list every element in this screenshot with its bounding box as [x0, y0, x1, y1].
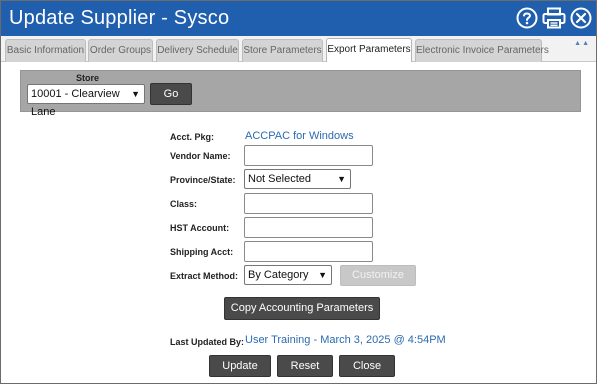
class-input[interactable]	[244, 193, 373, 214]
acct-pkg-value: ACCPAC for Windows	[245, 130, 354, 142]
tab-scroll-arrows-icon[interactable]: ▲▲	[574, 40, 590, 47]
last-updated-label: Last Updated By:	[170, 337, 245, 347]
class-label: Class:	[170, 199, 198, 209]
help-icon[interactable]	[515, 6, 539, 30]
store-select-value: 10001 - Clearview Lane	[31, 88, 120, 118]
customize-button[interactable]: Customize	[340, 265, 416, 286]
shipping-acct-input[interactable]	[244, 241, 373, 262]
update-supplier-dialog: Update Supplier - Sysco Basic Informatio…	[0, 0, 597, 384]
tab-basic-information[interactable]: Basic Information	[5, 39, 86, 62]
title-bar: Update Supplier - Sysco	[1, 1, 596, 36]
vendor-name-input[interactable]	[244, 145, 373, 166]
tab-export-parameters[interactable]: Export Parameters	[326, 38, 412, 62]
hst-account-label: HST Account:	[170, 223, 230, 233]
acct-pkg-label: Acct. Pkg:	[170, 132, 215, 142]
hst-account-input[interactable]	[244, 217, 373, 238]
chevron-down-icon: ▼	[131, 89, 140, 99]
store-selection-bar: Store 10001 - Clearview Lane ▼ Go	[20, 70, 581, 118]
tab-bar: Basic Information Order Groups Delivery …	[1, 36, 596, 62]
province-state-select[interactable]: Not Selected ▼	[244, 169, 351, 189]
window-title: Update Supplier - Sysco	[9, 7, 230, 29]
shipping-acct-label: Shipping Acct:	[170, 247, 234, 257]
update-button[interactable]: Update	[209, 355, 271, 377]
extract-method-value: By Category	[248, 269, 309, 281]
chevron-down-icon: ▼	[337, 174, 346, 184]
extract-method-select[interactable]: By Category ▼	[244, 265, 332, 285]
tab-delivery-schedule[interactable]: Delivery Schedule	[156, 39, 239, 62]
tab-order-groups[interactable]: Order Groups	[88, 39, 153, 62]
store-select[interactable]: 10001 - Clearview Lane ▼	[27, 84, 145, 118]
vendor-name-label: Vendor Name:	[170, 151, 231, 161]
last-updated-value: User Training - March 3, 2025 @ 4:54PM	[245, 334, 446, 346]
close-button[interactable]: Close	[339, 355, 395, 377]
reset-button[interactable]: Reset	[277, 355, 333, 377]
tab-store-parameters[interactable]: Store Parameters	[242, 39, 323, 62]
province-state-label: Province/State:	[170, 175, 236, 185]
store-label: Store	[76, 73, 100, 83]
print-icon[interactable]	[542, 6, 566, 30]
extract-method-label: Extract Method:	[170, 271, 239, 281]
chevron-down-icon: ▼	[318, 270, 327, 280]
copy-accounting-parameters-button[interactable]: Copy Accounting Parameters	[224, 297, 380, 320]
province-state-value: Not Selected	[248, 173, 311, 185]
go-button[interactable]: Go	[150, 83, 192, 105]
close-icon[interactable]	[569, 6, 593, 30]
tab-electronic-invoice-parameters[interactable]: Electronic Invoice Parameters	[415, 39, 549, 62]
